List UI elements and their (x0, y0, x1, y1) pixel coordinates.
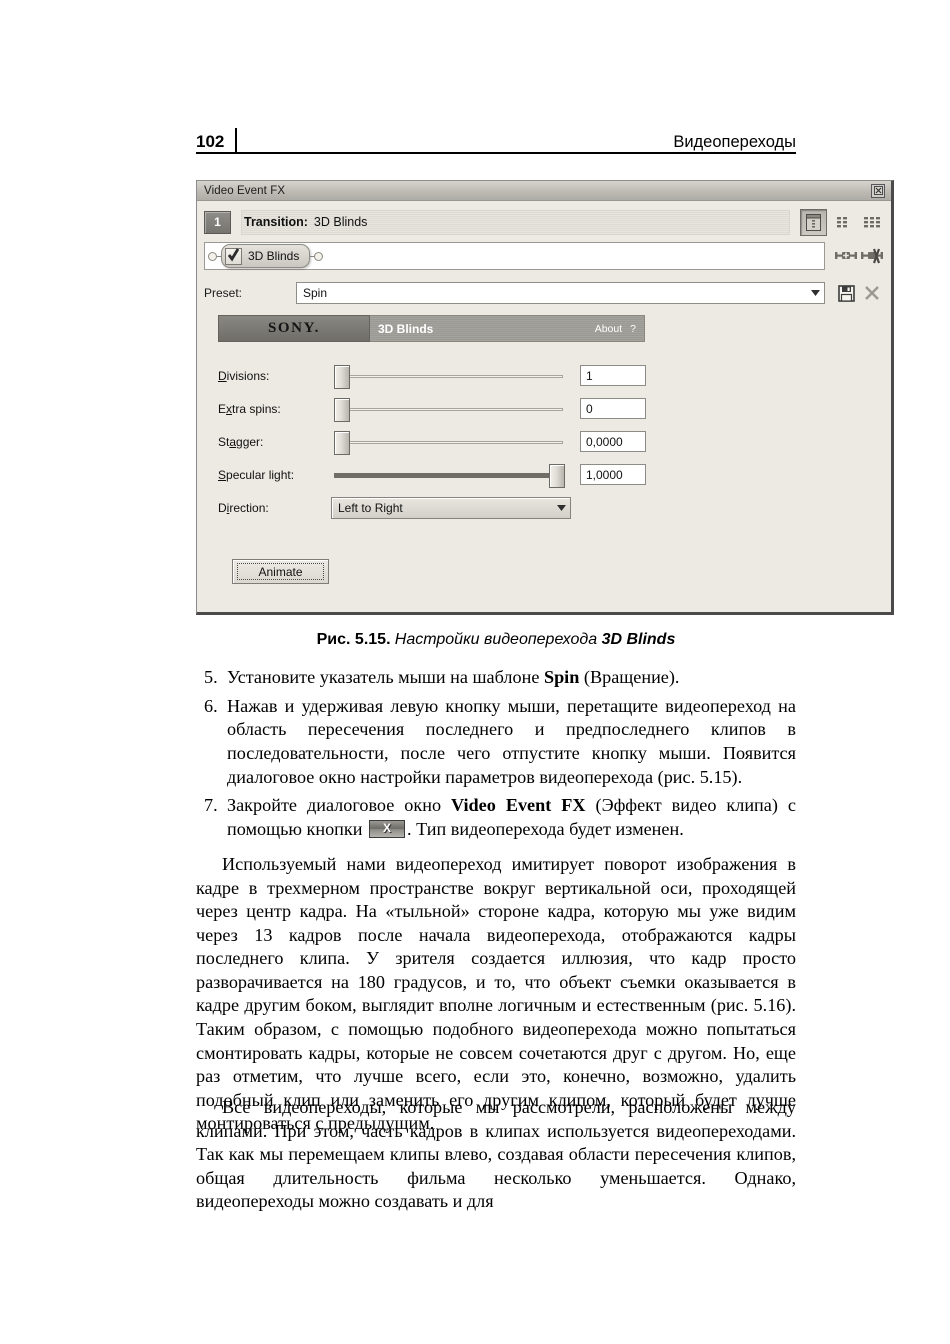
chevron-down-icon[interactable] (806, 290, 824, 296)
transition-label: Transition: (244, 215, 308, 229)
slider-thumb[interactable] (334, 397, 350, 422)
step-text: Закройте диалоговое окно Video Event FX … (227, 795, 796, 839)
animate-button[interactable]: Animate (232, 559, 329, 584)
param-row-extra-spins: Extra spins: 0 (218, 392, 871, 425)
delete-preset-icon[interactable] (859, 280, 885, 306)
small-grid-view-button[interactable] (831, 210, 856, 235)
plugin-chain-track[interactable]: 3D Blinds (204, 242, 825, 270)
figure-video-event-fx: Video Event FX 1 Transition: 3D Blinds 3… (196, 180, 894, 615)
param-label-direction: Direction: (218, 500, 269, 515)
chain-index-badge: 1 (204, 210, 231, 234)
direction-combobox[interactable]: Left to Right (331, 496, 571, 519)
list-item: 6. Нажав и удерживая левую кнопку мыши, … (196, 695, 796, 790)
plugin-name-bar: 3D Blinds About ? (370, 315, 645, 342)
param-value-specular-light[interactable]: 1,0000 (580, 464, 646, 485)
param-label-divisions: Divisions: (218, 368, 270, 383)
window-body: 1 Transition: 3D Blinds 3D Blinds Preset… (204, 207, 885, 602)
param-label-stagger: Stagger: (218, 434, 264, 449)
param-label-extra-spins: Extra spins: (218, 401, 281, 416)
about-link[interactable]: About (595, 323, 622, 335)
slider-thumb[interactable] (334, 430, 350, 455)
plugin-title: 3D Blinds (378, 321, 434, 336)
close-icon[interactable] (871, 183, 885, 198)
caption-text: Настройки видеоперехода (394, 631, 602, 648)
slider-track (334, 407, 563, 411)
panel-view-button[interactable] (800, 208, 827, 236)
video-event-fx-window: Video Event FX 1 Transition: 3D Blinds 3… (196, 180, 894, 615)
remove-plugin-icon[interactable] (859, 243, 885, 269)
param-row-specular-light: Specular light: 1,0000 (218, 458, 871, 491)
body-paragraph-2: Все видеопереходы, которые мы рассмотрел… (196, 1097, 796, 1212)
page-number: 102 (196, 132, 225, 151)
parameters-list: Divisions: 1 Extra spins: 0 Stagger: 0,0… (218, 359, 871, 524)
preset-combobox[interactable]: Spin (296, 282, 825, 304)
list-item: 7. Закройте диалоговое окно Video Event … (196, 794, 796, 841)
preset-label: Preset: (204, 286, 243, 300)
figure-caption: Рис. 5.15. Настройки видеоперехода 3D Bl… (196, 629, 796, 649)
page-header: 102 Видеопереходы (196, 118, 796, 152)
chain-output-pin-icon (314, 251, 324, 261)
step-number: 5. (204, 667, 218, 687)
sony-logo: SONY. (218, 315, 370, 342)
param-row-divisions: Divisions: 1 (218, 359, 871, 392)
close-window-button-inline: X (369, 819, 406, 838)
caption-number: Рис. 5.15. (316, 631, 391, 648)
steps-list: 5. Установите указатель мыши на шаблоне … (196, 666, 796, 847)
preset-row: Preset: Spin (204, 279, 885, 307)
param-row-direction: Direction: Left to Right (218, 491, 871, 524)
caption-bold: 3D Blinds (601, 631, 676, 648)
param-row-stagger: Stagger: 0,0000 (218, 425, 871, 458)
step-text: Нажав и удерживая левую кнопку мыши, пер… (227, 695, 796, 787)
large-grid-view-button[interactable] (860, 210, 885, 235)
plugin-panel: SONY. 3D Blinds About ? Divisions: 1 Ext… (218, 315, 871, 602)
direction-value: Left to Right (338, 500, 403, 515)
view-buttons-group (796, 208, 885, 236)
slider-stagger[interactable] (331, 430, 566, 455)
preset-value: Spin (303, 286, 328, 300)
chain-action-icons (833, 243, 885, 269)
window-title: Video Event FX (204, 184, 286, 197)
plugin-chip-3d-blinds[interactable]: 3D Blinds (221, 244, 311, 268)
step-text: Установите указатель мыши на шаблоне Spi… (227, 667, 680, 687)
transition-strip: Transition: 3D Blinds (241, 209, 790, 235)
step-number: 7. (204, 795, 218, 816)
transition-value: 3D Blinds (313, 215, 368, 229)
slider-thumb[interactable] (334, 364, 350, 389)
slider-track (334, 374, 563, 378)
plugin-chain-row: 3D Blinds (204, 241, 885, 271)
sony-logo-text: SONY. (267, 320, 321, 336)
add-plugin-icon[interactable] (833, 243, 859, 269)
transition-row: 1 Transition: 3D Blinds (204, 207, 885, 237)
window-titlebar: Video Event FX (197, 181, 891, 201)
animate-button-label: Animate (237, 563, 324, 580)
running-head: Видеопереходы (673, 132, 796, 151)
plugin-header-bar: SONY. 3D Blinds About ? (218, 315, 645, 342)
plugin-enabled-checkbox[interactable] (225, 247, 242, 265)
slider-divisions[interactable] (331, 364, 566, 389)
save-preset-icon[interactable] (833, 280, 859, 306)
slider-track (334, 440, 563, 444)
chevron-down-icon[interactable] (552, 504, 570, 511)
param-value-divisions[interactable]: 1 (580, 365, 646, 386)
header-rule (196, 152, 796, 154)
chain-input-pin-icon (208, 251, 217, 261)
slider-thumb[interactable] (549, 463, 565, 488)
help-icon[interactable]: ? (630, 323, 636, 335)
param-value-stagger[interactable]: 0,0000 (580, 431, 646, 452)
plugin-chip-label: 3D Blinds (248, 249, 300, 263)
param-value-extra-spins[interactable]: 0 (580, 398, 646, 419)
slider-fill (334, 472, 549, 478)
step-number: 6. (204, 695, 218, 716)
slider-extra-spins[interactable] (331, 397, 566, 422)
slider-specular-light[interactable] (331, 463, 566, 488)
body-paragraph-1: Используемый нами видеопереход имитирует… (196, 854, 796, 1134)
list-item: 5. Установите указатель мыши на шаблоне … (196, 666, 796, 690)
param-label-specular-light: Specular light: (218, 467, 295, 482)
preset-action-icons (833, 280, 885, 306)
